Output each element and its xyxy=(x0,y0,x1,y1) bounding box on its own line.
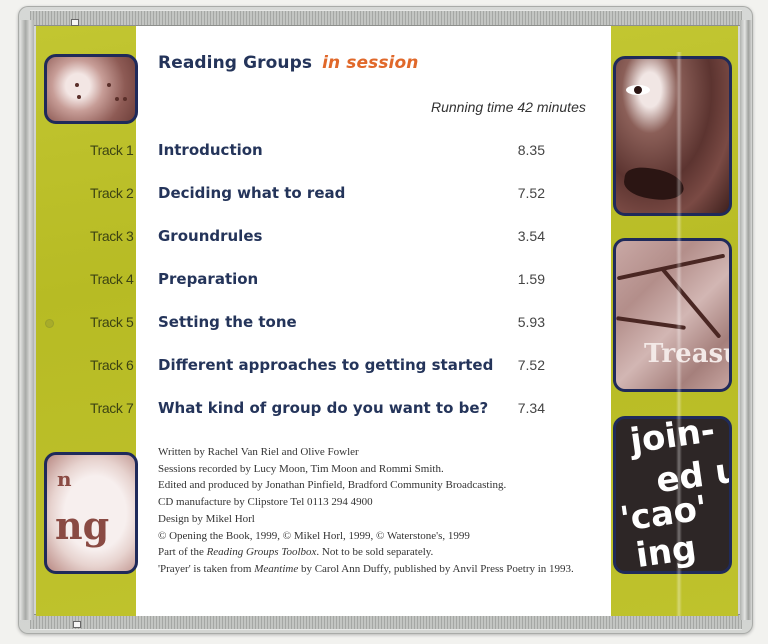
credits-block: Written by Rachel Van Riel and Olive Fow… xyxy=(158,444,608,578)
track-row: Track 3 Groundrules 3.54 xyxy=(36,226,576,248)
track-number: Track 5 xyxy=(90,314,134,330)
texture-dot xyxy=(77,95,81,99)
photo-lettering: n xyxy=(57,467,72,491)
case-right-edge xyxy=(740,20,752,620)
case-left-hinge xyxy=(20,20,34,620)
track-row: Track 4 Preparation 1.59 xyxy=(36,269,576,291)
credit-text: by Carol Ann Duffy, published by Anvil P… xyxy=(298,562,574,575)
texture-dot xyxy=(123,97,127,101)
track-title: Setting the tone xyxy=(158,313,297,331)
credit-line: Part of the Reading Groups Toolbox. Not … xyxy=(158,544,608,561)
back-insert-card: n ng Treasu join- ed up 'cao' ing Readin… xyxy=(36,26,738,616)
hinge-notch-top xyxy=(71,19,79,26)
track-duration: 5.93 xyxy=(517,314,545,330)
credit-line: Written by Rachel Van Riel and Olive Fow… xyxy=(158,446,359,458)
credit-line: Sessions recorded by Lucy Moon, Tim Moon… xyxy=(158,462,444,475)
texture-dot xyxy=(115,97,119,101)
case-bottom-rail xyxy=(30,614,742,630)
photo-lettering: ng xyxy=(55,503,110,548)
credit-text: 'Prayer' is taken from xyxy=(158,562,255,575)
track-duration: 3.54 xyxy=(517,228,545,244)
photo-lettering: Treasu xyxy=(644,339,729,369)
credit-line: 'Prayer' is taken from Meantime by Carol… xyxy=(158,561,608,578)
photo-lettering: ing xyxy=(633,528,699,574)
photo-panel-face xyxy=(613,56,732,216)
eye-graphic xyxy=(626,85,650,95)
track-number: Track 4 xyxy=(90,271,134,287)
title-accent: in session xyxy=(322,53,419,73)
track-duration: 7.52 xyxy=(517,357,545,373)
cd-back-cover-photo: n ng Treasu join- ed up 'cao' ing Readin… xyxy=(0,0,768,644)
texture-dot xyxy=(107,83,111,87)
track-title: Preparation xyxy=(158,270,259,288)
track-title: Deciding what to read xyxy=(158,184,346,202)
credit-title-italic: Reading Groups Toolbox xyxy=(206,546,317,559)
track-title: What kind of group do you want to be? xyxy=(158,399,489,417)
track-row: Track 2 Deciding what to read 7.52 xyxy=(36,183,576,205)
case-top-rail xyxy=(30,10,742,26)
track-number: Track 6 xyxy=(90,357,134,373)
track-number: Track 7 xyxy=(90,400,134,416)
title-main: Reading Groups xyxy=(158,53,313,73)
credit-line: CD manufacture by Clipstore Tel 0113 294… xyxy=(158,496,373,509)
photo-panel-bottom-left: n ng xyxy=(44,452,138,574)
album-title: Reading Groups in session xyxy=(158,53,418,73)
photo-panel-top-left xyxy=(44,54,138,124)
track-number: Track 1 xyxy=(90,142,134,158)
crack-line xyxy=(660,267,722,339)
track-number: Track 3 xyxy=(90,228,134,244)
photo-lettering: join- xyxy=(627,416,718,462)
photo-panel-cracked-texture: Treasu xyxy=(613,238,732,392)
track-number: Track 2 xyxy=(90,185,134,201)
track-title: Introduction xyxy=(158,141,263,159)
track-duration: 7.52 xyxy=(517,185,545,201)
track-title: Different approaches to getting started xyxy=(158,356,494,374)
credit-title-italic: Meantime xyxy=(254,562,299,575)
plastic-glare xyxy=(676,52,682,616)
credit-text: . Not to be sold separately. xyxy=(316,546,434,559)
credit-line: Design by Mikel Horl xyxy=(158,512,255,525)
credit-text: Part of the xyxy=(158,546,207,559)
track-row: Track 6 Different approaches to getting … xyxy=(36,355,576,377)
track-row: Track 7 What kind of group do you want t… xyxy=(36,398,576,420)
texture-dot xyxy=(75,83,79,87)
running-time: Running time 42 minutes xyxy=(431,99,586,115)
photo-panel-lettering: join- ed up 'cao' ing xyxy=(613,416,732,574)
track-row: Track 5 Setting the tone 5.93 xyxy=(36,312,576,334)
credit-line: © Opening the Book, 1999, © Mikel Horl, … xyxy=(158,529,470,542)
track-duration: 1.59 xyxy=(517,271,545,287)
credit-line: Edited and produced by Jonathan Pinfield… xyxy=(158,479,507,492)
hinge-notch-bottom xyxy=(73,621,81,628)
track-duration: 8.35 xyxy=(517,142,545,158)
track-duration: 7.34 xyxy=(517,400,545,416)
track-row: Track 1 Introduction 8.35 xyxy=(36,140,576,162)
track-title: Groundrules xyxy=(158,227,263,245)
photo-lettering: 'cao' xyxy=(617,488,710,540)
